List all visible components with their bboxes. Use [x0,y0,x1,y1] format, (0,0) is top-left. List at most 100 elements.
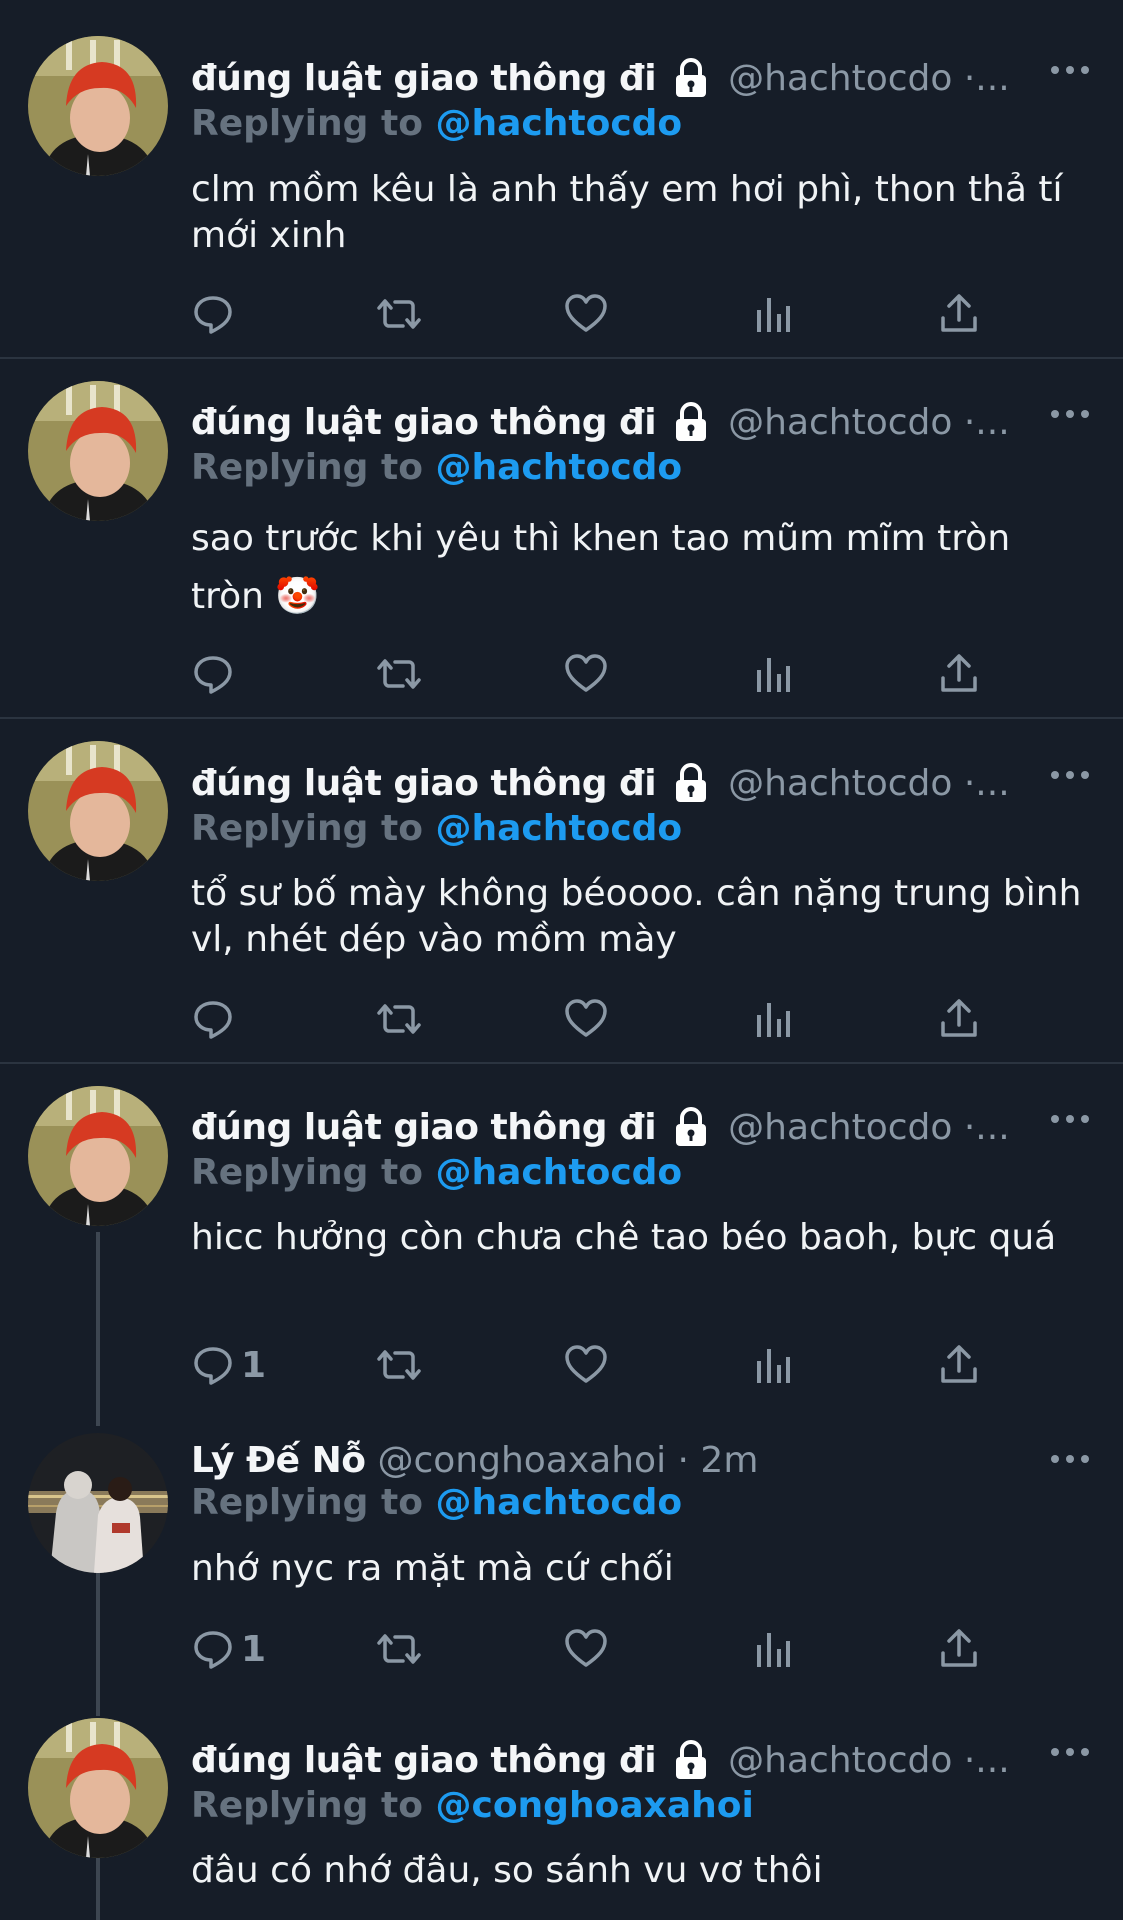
like-button[interactable] [563,289,609,339]
analytics-button[interactable] [753,1340,793,1390]
reply-button[interactable] [191,649,241,699]
analytics-button[interactable] [753,289,793,339]
more-icon[interactable] [1045,1742,1095,1762]
analytics-icon [753,997,793,1041]
retweet-icon [373,292,425,336]
replying-to: Replying to @hachtocdo [191,1482,682,1530]
more-icon[interactable] [1045,404,1095,424]
avatar[interactable] [28,1433,168,1573]
analytics-button[interactable] [753,1624,793,1674]
like-button[interactable] [563,994,609,1044]
avatar[interactable] [28,1718,168,1858]
like-icon [563,1627,609,1671]
avatar[interactable] [28,36,168,176]
display-name[interactable]: đúng luật giao thông đi [191,402,657,443]
lock-icon [668,760,714,806]
replying-to-handle[interactable]: @hachtocdo [435,808,682,849]
retweet-button[interactable] [373,289,425,339]
analytics-button[interactable] [753,994,793,1044]
lock-icon [668,399,714,445]
replying-to: Replying to @hachtocdo [191,1152,682,1200]
handle[interactable]: @hachtocdo ·... [728,402,1010,443]
analytics-icon [753,652,793,696]
share-icon [937,997,981,1041]
tweet-text: clm mồm kêu là anh thấy em hơi phì, thon… [191,169,1063,256]
avatar-red-hair-image [28,36,168,176]
tweet-text: sao trước khi yêu thì khen tao mũm mĩm t… [191,518,1011,617]
retweet-icon [373,1627,425,1671]
display-name[interactable]: đúng luật giao thông đi [191,763,657,804]
reply-button[interactable] [191,289,241,339]
avatar-two-people-image [28,1433,168,1573]
replying-to-label: Replying to [191,447,423,488]
retweet-button[interactable] [373,1340,425,1390]
analytics-button[interactable] [753,649,793,699]
divider [0,717,1123,719]
divider [0,357,1123,359]
share-button[interactable] [937,994,981,1044]
replying-to-handle[interactable]: @hachtocdo [435,1152,682,1193]
tweet-header: đúng luật giao thông đi @hachtocdo ·... [191,1734,1053,1786]
handle[interactable]: @hachtocdo ·... [728,1740,1010,1781]
replying-to-handle[interactable]: @hachtocdo [435,447,682,488]
reply-button[interactable] [191,994,241,1044]
lock-icon [668,1737,714,1783]
replying-to-label: Replying to [191,808,423,849]
analytics-icon [753,292,793,336]
handle[interactable]: @hachtocdo ·... [728,58,1010,99]
reply-icon [191,997,235,1041]
replying-to-label: Replying to [191,1152,423,1193]
share-icon [937,1627,981,1671]
display-name[interactable]: đúng luật giao thông đi [191,1107,657,1148]
share-button[interactable] [937,649,981,699]
replying-to-label: Replying to [191,103,423,144]
share-icon [937,292,981,336]
more-icon[interactable] [1045,1109,1095,1129]
tweet-header: đúng luật giao thông đi @hachtocdo ·... [191,396,1053,448]
avatar[interactable] [28,741,168,881]
avatar-red-hair-image [28,1718,168,1858]
more-icon[interactable] [1045,765,1095,785]
replying-to-handle[interactable]: @conghoaxahoi [435,1785,753,1826]
handle[interactable]: @hachtocdo ·... [728,1107,1010,1148]
retweet-button[interactable] [373,994,425,1044]
like-button[interactable] [563,649,609,699]
handle[interactable]: @hachtocdo ·... [728,763,1010,804]
reply-button[interactable]: 1 [191,1624,266,1674]
reply-count: 1 [241,1344,267,1386]
reply-button[interactable]: 1 [191,1340,266,1390]
share-icon [937,652,981,696]
divider [0,1062,1123,1064]
tweet-thread: đúng luật giao thông đi @hachtocdo ·... … [0,0,1123,1920]
more-icon[interactable] [1045,1449,1095,1469]
replying-to: Replying to @conghoaxahoi [191,1785,754,1833]
analytics-icon [753,1343,793,1387]
avatar[interactable] [28,1086,168,1226]
avatar[interactable] [28,381,168,521]
display-name[interactable]: đúng luật giao thông đi [191,58,657,99]
reply-count: 1 [241,1628,267,1670]
reply-icon [191,1343,235,1387]
share-button[interactable] [937,289,981,339]
display-name[interactable]: đúng luật giao thông đi [191,1740,657,1781]
share-button[interactable] [937,1624,981,1674]
share-button[interactable] [937,1340,981,1390]
replying-to-handle[interactable]: @hachtocdo [435,1482,682,1523]
tweet-actions: 1 [191,1340,1011,1390]
like-icon [563,652,609,696]
thread-line [96,1232,100,1426]
handle[interactable]: @conghoaxahoi · 2m [377,1440,758,1481]
retweet-button[interactable] [373,1624,425,1674]
tweet-text: hicc hưởng còn chưa chê tao béo baoh, bự… [191,1217,1057,1258]
like-button[interactable] [563,1340,609,1390]
retweet-button[interactable] [373,649,425,699]
avatar-red-hair-image [28,381,168,521]
like-icon [563,1343,609,1387]
more-icon[interactable] [1045,60,1095,80]
like-button[interactable] [563,1624,609,1674]
display-name[interactable]: Lý Đế Nỗ [191,1440,366,1481]
replying-to-handle[interactable]: @hachtocdo [435,103,682,144]
tweet-header: Lý Đế Nỗ @conghoaxahoi · 2m [191,1434,1053,1486]
reply-icon [191,1627,235,1671]
tweet-header: đúng luật giao thông đi @hachtocdo ·... [191,1101,1053,1153]
